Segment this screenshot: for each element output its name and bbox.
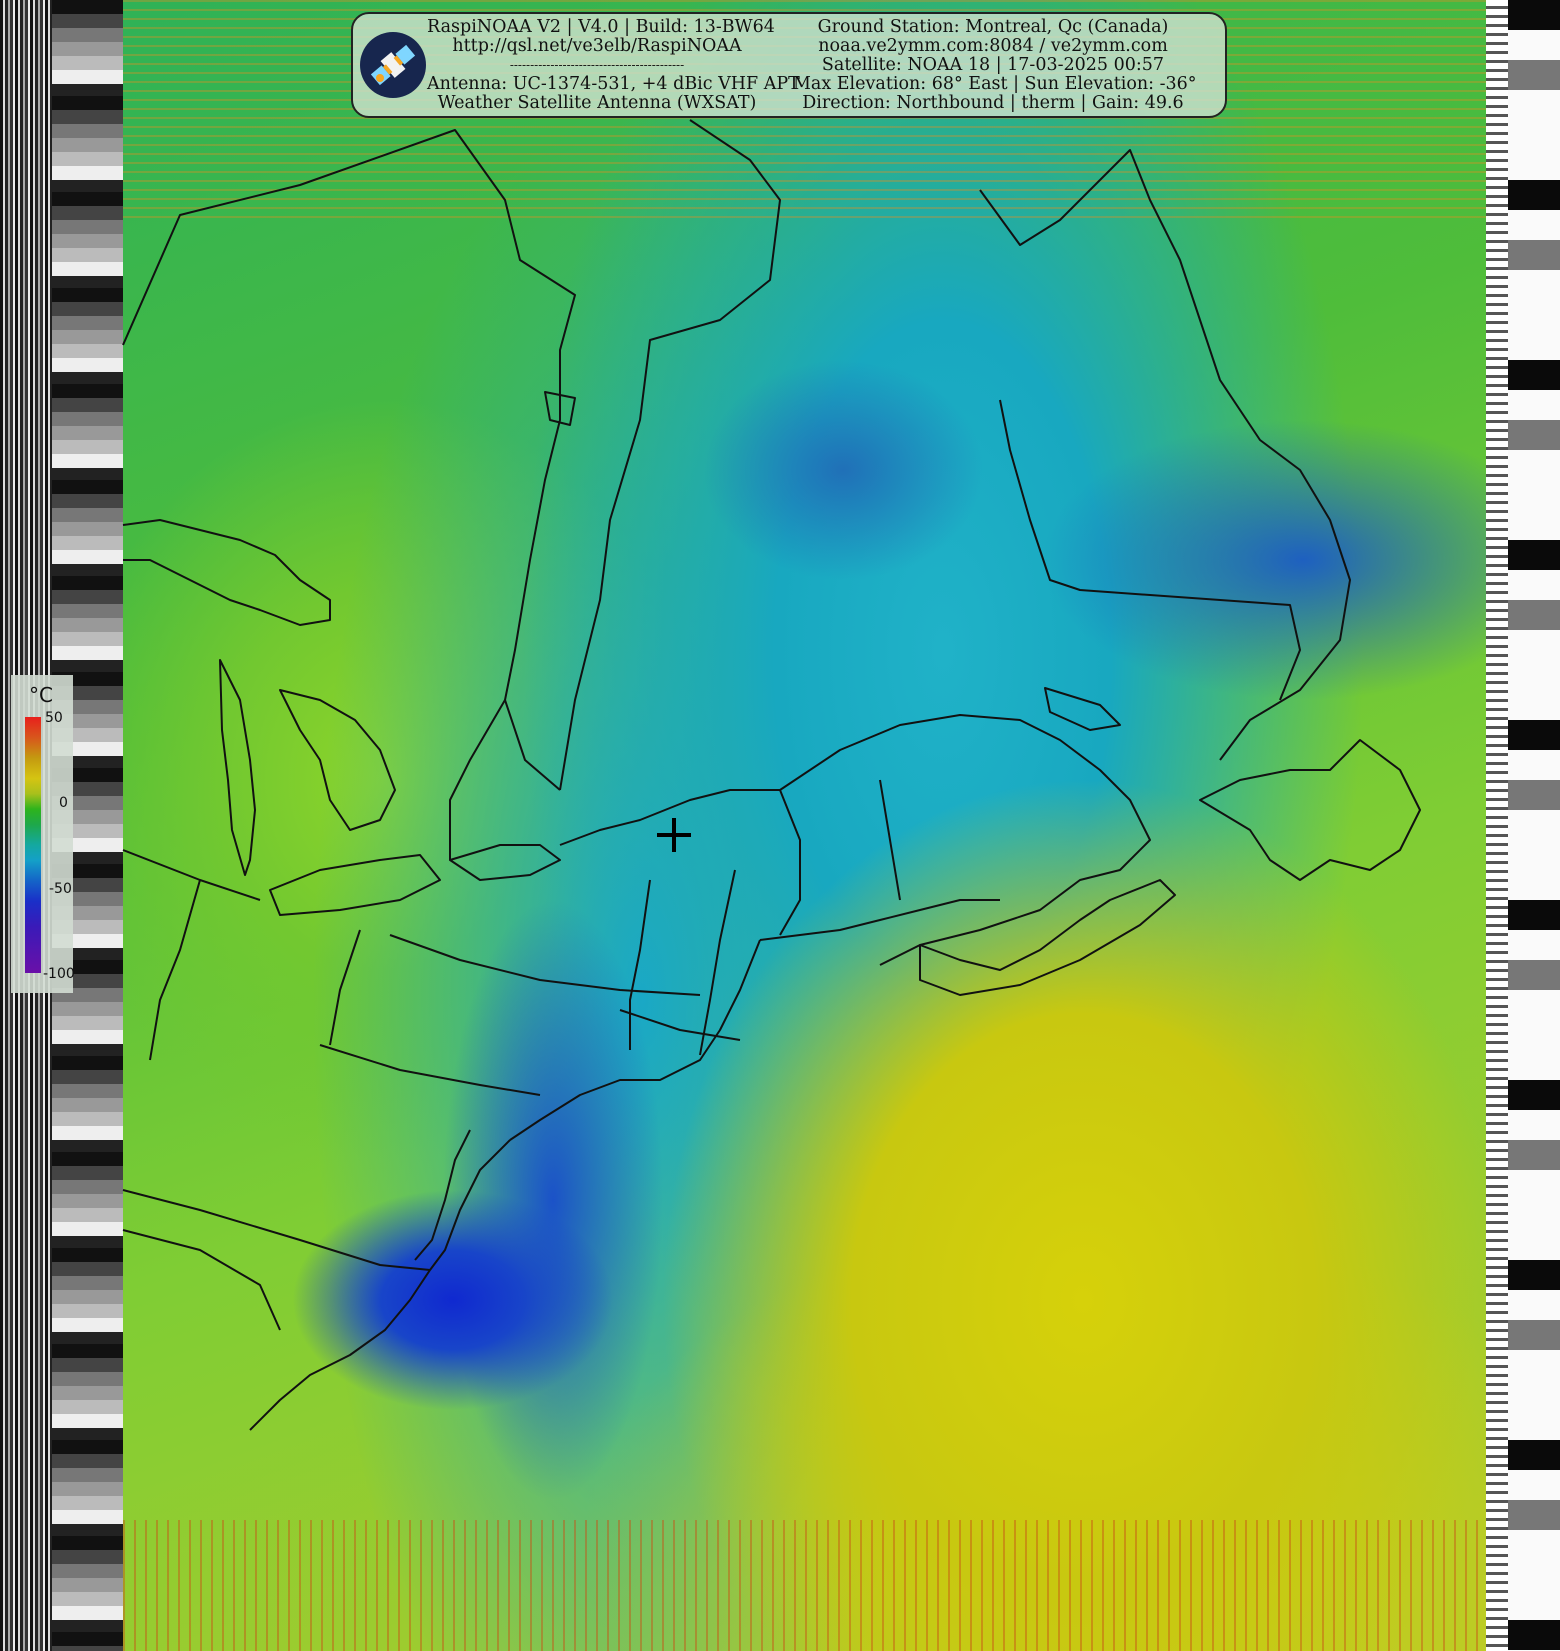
border-us-states-6 bbox=[329, 929, 361, 1046]
banner-left-line-4: Antenna: UC-1374-531, +4 dBic VHF APT bbox=[427, 74, 800, 94]
border-quebec-ontario bbox=[449, 699, 506, 860]
coastline-quebec-north-shore bbox=[999, 399, 1301, 701]
banner-left-line-3: ----------------------------------------… bbox=[509, 58, 685, 72]
border-us-states-2 bbox=[319, 1044, 541, 1096]
satellite-icon bbox=[370, 44, 416, 86]
coastline-lake-superior bbox=[122, 519, 331, 626]
banner-right-line-4: Max Elevation: 68° East | Sun Elevation:… bbox=[793, 74, 1197, 94]
banner-left-column: RaspiNOAA V2 | V4.0 | Build: 13-BW64 htt… bbox=[427, 17, 800, 113]
banner-right-line-3: Satellite: NOAA 18 | 17-03-2025 00:57 bbox=[821, 55, 1165, 75]
banner-right-line-5: Direction: Northbound | therm | Gain: 49… bbox=[802, 93, 1184, 113]
coastline-gulf-st-lawrence bbox=[779, 714, 1151, 966]
coastline-east-us bbox=[249, 1139, 511, 1431]
legend-tick-minus-50: -50 bbox=[49, 881, 72, 897]
border-us-states-3 bbox=[122, 1189, 431, 1271]
legend-unit: °C bbox=[29, 683, 53, 707]
satellite-image-view: RaspiNOAA V2 | V4.0 | Build: 13-BW64 htt… bbox=[0, 0, 1560, 1651]
info-banner: RaspiNOAA V2 | V4.0 | Build: 13-BW64 htt… bbox=[351, 12, 1227, 118]
coastline-lake-erie bbox=[269, 854, 441, 916]
raspinoaa-logo bbox=[360, 32, 426, 98]
legend-tick-minus-100: -100 bbox=[43, 966, 75, 982]
coastline-newfoundland bbox=[1199, 739, 1421, 881]
legend-tick-0: 0 bbox=[59, 795, 68, 811]
coastline-lake-huron bbox=[279, 689, 396, 831]
map-overlay bbox=[122, 119, 1421, 1431]
coastline-hudson-bay bbox=[122, 129, 576, 791]
border-us-states-1 bbox=[389, 934, 701, 996]
banner-right-column: Ground Station: Montreal, Qc (Canada) no… bbox=[793, 17, 1197, 113]
legend-color-bar bbox=[25, 717, 41, 973]
banner-left-line-1: RaspiNOAA V2 | V4.0 | Build: 13-BW64 bbox=[427, 17, 775, 37]
coastline-nova-scotia bbox=[919, 879, 1176, 996]
coastline-labrador-north bbox=[979, 149, 1351, 761]
banner-left-line-5: Weather Satellite Antenna (WXSAT) bbox=[437, 93, 757, 113]
coastline-chesapeake bbox=[414, 1129, 471, 1261]
coastline-lake-michigan bbox=[219, 659, 256, 876]
banner-right-line-1: Ground Station: Montreal, Qc (Canada) bbox=[817, 17, 1169, 37]
border-us-states-5 bbox=[149, 879, 201, 1061]
coastline-lake-ontario bbox=[449, 844, 561, 881]
coastline-ungava-labrador bbox=[559, 119, 781, 791]
banner-left-line-2: http://qsl.net/ve3elb/RaspiNOAA bbox=[452, 36, 742, 56]
border-us-states-4 bbox=[122, 1229, 281, 1331]
coastline-anticosti bbox=[1044, 687, 1121, 731]
ground-station-crosshair bbox=[657, 818, 691, 852]
border-maine bbox=[779, 789, 801, 936]
banner-right-line-2: noaa.ve2ymm.com:8084 / ve2ymm.com bbox=[818, 36, 1168, 56]
temperature-legend: °C 50 0 -50 -100 bbox=[11, 675, 75, 993]
border-quebec-nb bbox=[879, 779, 901, 901]
border-us-states-7 bbox=[629, 879, 651, 1050]
border-us-states-8 bbox=[699, 869, 736, 1056]
legend-tick-50: 50 bbox=[45, 710, 63, 726]
